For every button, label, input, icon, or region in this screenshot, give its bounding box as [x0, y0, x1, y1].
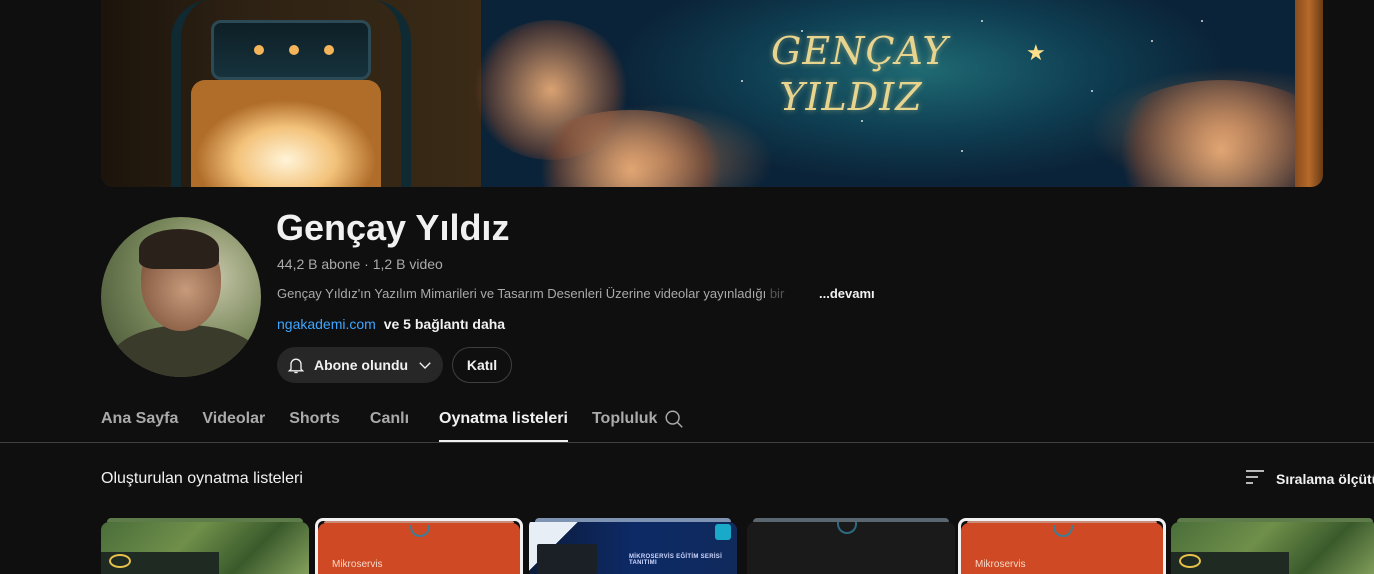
tabs-divider [0, 442, 1374, 443]
playlist-thumbnail[interactable] [747, 518, 955, 574]
sort-label: Sıralama ölçütü [1276, 470, 1374, 487]
subscribed-label: Abone olundu [313, 357, 409, 373]
channel-banner: ★ GENÇAY YILDIZ [101, 0, 1323, 187]
bell-icon [286, 355, 306, 375]
subscribed-button[interactable]: Abone olundu [277, 347, 443, 383]
more-links-link[interactable]: ve 5 bağlantı daha [384, 316, 505, 332]
channel-description[interactable]: Gençay Yıldız'ın Yazılım Mimarileri ve T… [277, 286, 877, 301]
search-icon[interactable] [663, 408, 685, 430]
channel-website-link[interactable]: ngakademi.com [277, 316, 376, 332]
channel-badge-icon [715, 524, 731, 540]
tab-shorts[interactable]: Shorts [289, 398, 340, 442]
sort-button[interactable]: Sıralama ölçütü [1244, 468, 1374, 489]
subscriber-count: 44,2 B abone [277, 256, 361, 272]
channel-tabs: Ana Sayfa Videolar Shorts Canlı Oynatma … [101, 398, 681, 442]
tab-playlists[interactable]: Oynatma listeleri [439, 398, 568, 442]
tab-videos[interactable]: Videolar [202, 398, 265, 442]
join-button[interactable]: Katıl [452, 347, 512, 383]
section-title: Oluşturulan oynatma listeleri [101, 470, 303, 487]
tab-home[interactable]: Ana Sayfa [101, 398, 178, 442]
banner-logo: GENÇAY YILDIZ [771, 29, 949, 119]
playlist-thumbnail[interactable]: MİKROSERVİS EĞİTİM SERİSİ TANITIMI [529, 518, 737, 574]
playlist-thumbnail[interactable] [101, 518, 309, 574]
channel-links: ngakademi.com ve 5 bağlantı daha [277, 316, 505, 332]
channel-name: Gençay Yıldız [276, 207, 510, 248]
channel-avatar[interactable] [101, 217, 261, 377]
description-more-link[interactable]: ...devamı [819, 286, 875, 301]
channel-stats: 44,2 B abone · 1,2 B video [277, 256, 443, 272]
tab-community[interactable]: Topluluk [592, 398, 657, 442]
playlist-thumbnail[interactable]: Mikroservis [315, 518, 523, 574]
academy-logo-icon [1179, 554, 1201, 568]
video-count: 1,2 B video [372, 256, 443, 272]
playlist-thumbnail[interactable] [1171, 518, 1374, 574]
playlist-thumbnail[interactable]: Mikroservis [958, 518, 1166, 574]
star-icon: ★ [1026, 40, 1046, 65]
sort-icon [1244, 468, 1266, 489]
banner-lantern-image [101, 0, 481, 187]
chevron-down-icon [416, 356, 434, 374]
academy-logo-icon [109, 554, 131, 568]
tab-live[interactable]: Canlı [370, 398, 409, 442]
